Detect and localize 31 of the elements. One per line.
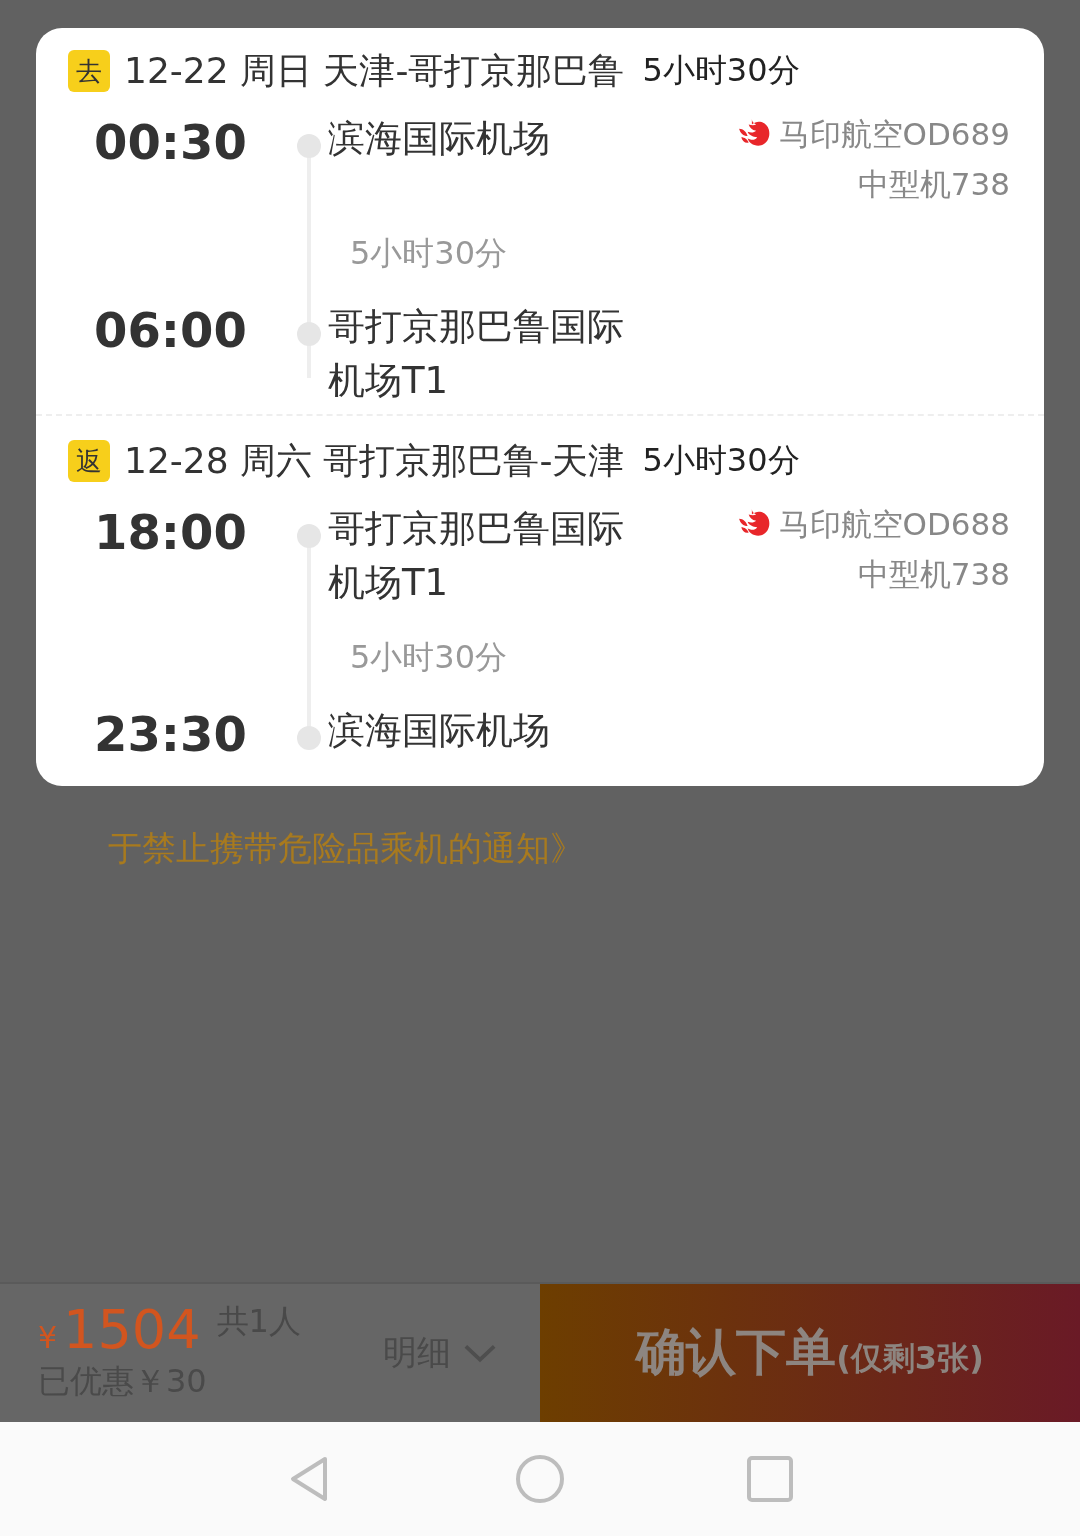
- recents-icon[interactable]: [745, 1454, 795, 1504]
- currency-symbol: ¥: [38, 1320, 58, 1355]
- arrival-time: 23:30: [94, 705, 248, 764]
- timeline-dot: [297, 524, 321, 548]
- trip-duration: 5小时30分: [642, 440, 800, 481]
- departure-time: 00:30: [94, 113, 248, 172]
- total-price: 1504: [63, 1300, 201, 1360]
- timeline-dot: [297, 322, 321, 346]
- departure-time: 18:00: [94, 503, 248, 562]
- date-route: 12-28 周六 哥打京那巴鲁-天津: [124, 438, 625, 483]
- confirm-order-button[interactable]: 确认下单(仅剩3张): [540, 1284, 1080, 1422]
- notice-link[interactable]: 于禁止携带危险品乘机的通知》: [108, 826, 584, 872]
- trip-badge: 返: [68, 440, 110, 482]
- airline-flight: 马印航空OD688: [778, 505, 1010, 544]
- flight-duration: 5小时30分: [349, 233, 509, 274]
- timeline-dot: [297, 134, 321, 158]
- trip-badge: 去: [68, 50, 110, 92]
- aircraft-type: 中型机738: [857, 165, 1010, 204]
- arrival-time: 06:00: [94, 301, 248, 360]
- chevron-down-icon: [463, 1342, 497, 1364]
- airport-name: 哥打京那巴鲁国际机场T1: [328, 304, 625, 404]
- timeline-dot: [297, 726, 321, 750]
- airline-flight: 马印航空OD689: [778, 115, 1010, 154]
- trip-duration: 5小时30分: [642, 50, 800, 91]
- airport-name: 滨海国际机场: [328, 116, 551, 162]
- date-route: 12-22 周日 天津-哥打京那巴鲁: [124, 48, 625, 93]
- airport-name: 滨海国际机场: [328, 708, 551, 754]
- aircraft-type: 中型机738: [857, 555, 1010, 594]
- airport-name: 哥打京那巴鲁国际机场T1: [328, 506, 625, 606]
- home-icon[interactable]: [515, 1454, 565, 1504]
- flight-duration: 5小时30分: [349, 637, 509, 678]
